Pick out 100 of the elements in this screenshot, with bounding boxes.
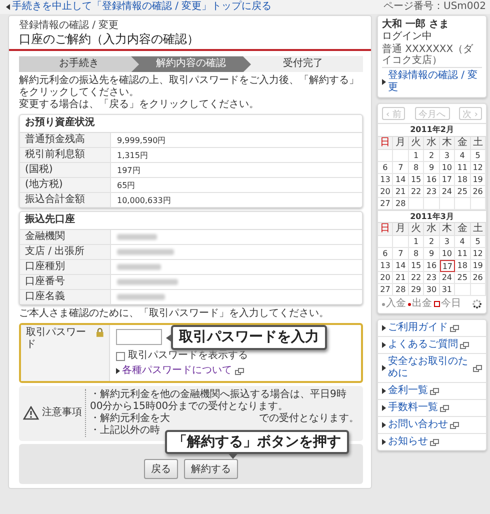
month-title: 2011年3月 [378, 210, 486, 222]
sidebar-link[interactable]: ご利用ガイド [382, 322, 448, 334]
back-link[interactable]: 手続きを中止して「登録情報の確認 / 変更」トップに戻る [6, 1, 272, 13]
calendar-day[interactable]: 10 [440, 248, 456, 260]
page-title: 口座のご解約（入力内容の確認） [19, 32, 200, 46]
new-window-icon [460, 342, 469, 349]
submit-button[interactable]: 解約する [184, 459, 238, 480]
checkbox[interactable] [116, 352, 125, 361]
calendar-day[interactable]: 15 [408, 260, 424, 272]
account-link[interactable]: 登録情報の確認 / 変更 [382, 67, 482, 94]
row-label: (地方税) [20, 178, 111, 192]
calendar-day[interactable]: 9 [424, 162, 440, 174]
calendar-day[interactable]: 27 [378, 284, 394, 296]
triangle-icon [382, 439, 386, 446]
calendar-day[interactable]: 31 [440, 284, 456, 296]
sidebar-link[interactable]: お知らせ [382, 436, 428, 448]
calendar-day[interactable]: 2 [424, 150, 440, 162]
calendar-day[interactable]: 11 [455, 162, 471, 174]
calendar-day[interactable]: 23 [424, 186, 440, 198]
weekday-header: 水 [424, 223, 440, 236]
calendar-day[interactable]: 5 [470, 236, 486, 248]
calendar-day[interactable]: 10 [440, 162, 456, 174]
calendar-day[interactable]: 12 [470, 162, 486, 174]
calendar-day[interactable]: 1 [408, 236, 424, 248]
sidebar-link[interactable]: よくあるご質問 [382, 339, 458, 352]
row-label: (国税) [20, 163, 111, 178]
calendar-day[interactable]: 3 [440, 150, 456, 162]
calendar-day[interactable]: 26 [470, 186, 486, 198]
calendar-day[interactable]: 16 [424, 260, 440, 272]
calendar-day[interactable]: 28 [393, 198, 409, 210]
sidebar-link[interactable]: お問い合わせ [382, 419, 448, 432]
triangle-icon [382, 388, 386, 394]
progress-step: 解約内容の確認 [131, 56, 251, 72]
sidebar-link[interactable]: 金利一覧 [382, 385, 428, 398]
calendar-day[interactable]: 14 [393, 174, 409, 186]
calendar-day[interactable]: 12 [470, 248, 486, 260]
weekday-header: 月 [393, 136, 409, 150]
calendar-day[interactable]: 24 [440, 186, 456, 198]
calendar-day[interactable]: 17 [440, 260, 456, 272]
calendar-day[interactable]: 24 [440, 272, 456, 284]
calendar-day[interactable]: 7 [393, 162, 409, 174]
calendar-day[interactable]: 3 [440, 236, 456, 248]
calendar-day[interactable]: 16 [424, 174, 440, 186]
empty-day-cell [393, 236, 409, 248]
calendar-day[interactable]: 6 [378, 248, 394, 260]
calendar-day[interactable]: 4 [455, 150, 471, 162]
triangle-left-icon [6, 4, 10, 10]
triangle-icon [382, 325, 386, 332]
calendar-day[interactable]: 28 [393, 284, 409, 296]
help-link[interactable]: 各種パスワードについて [116, 365, 232, 378]
new-window-icon [473, 364, 482, 372]
calendar-day[interactable]: 25 [455, 186, 471, 198]
calendar-day[interactable]: 7 [393, 248, 409, 260]
calendar-day[interactable]: 20 [378, 272, 394, 284]
calendar-day[interactable]: 19 [470, 174, 486, 186]
calendar-day[interactable]: 30 [424, 284, 440, 296]
row-label: 普通預金残高 [20, 133, 111, 148]
weekday-header: 水 [424, 136, 440, 150]
calendar-day[interactable]: 17 [440, 174, 456, 186]
triangle-icon [382, 422, 386, 428]
calendar-day[interactable]: 18 [455, 174, 471, 186]
weekday-header: 木 [440, 223, 456, 236]
calendar-day[interactable]: 8 [408, 248, 424, 260]
calendar-day[interactable]: 26 [470, 272, 486, 284]
legend-label: 入金 [386, 298, 406, 310]
lock-icon [96, 328, 104, 338]
row-value: 65円 [117, 180, 136, 190]
sidebar-link[interactable]: 手数料一覧 [382, 402, 438, 414]
calendar-day[interactable]: 5 [470, 150, 486, 162]
calendar-day[interactable]: 18 [455, 260, 471, 272]
calendar-day[interactable]: 13 [378, 260, 394, 272]
calendar-day[interactable]: 25 [455, 272, 471, 284]
calendar-day[interactable]: 2 [424, 236, 440, 248]
calendar-day[interactable]: 22 [408, 272, 424, 284]
calendar-day[interactable]: 23 [424, 272, 440, 284]
calendar-day[interactable]: 29 [408, 284, 424, 296]
calendar-day[interactable]: 4 [455, 236, 471, 248]
back-button[interactable]: 戻る [144, 459, 178, 480]
triangle-icon [116, 368, 120, 374]
calendar-day[interactable]: 11 [455, 248, 471, 260]
sidebar-link[interactable]: 安全なお取引のために [382, 356, 471, 380]
calendar-day[interactable]: 19 [470, 260, 486, 272]
calendar-day[interactable]: 13 [378, 174, 394, 186]
calendar-day[interactable]: 22 [408, 186, 424, 198]
calendar-day[interactable]: 1 [408, 150, 424, 162]
calendar-day[interactable]: 15 [408, 174, 424, 186]
row-value: 9,999,590円 [117, 136, 166, 146]
new-window-icon [450, 324, 459, 332]
notice-text: での受付となります。 [259, 413, 359, 426]
calendar-day[interactable]: 8 [408, 162, 424, 174]
calendar-day[interactable]: 21 [393, 186, 409, 198]
calendar-day[interactable]: 20 [378, 186, 394, 198]
row-label: 支店 / 出張所 [20, 245, 111, 260]
calendar-day[interactable]: 21 [393, 272, 409, 284]
calendar-day[interactable]: 9 [424, 248, 440, 260]
calendar-day[interactable]: 6 [378, 162, 394, 174]
calendar-day[interactable]: 27 [378, 198, 394, 210]
password-field[interactable] [116, 329, 162, 346]
weekday-header: 金 [455, 136, 471, 150]
calendar-day[interactable]: 14 [393, 260, 409, 272]
